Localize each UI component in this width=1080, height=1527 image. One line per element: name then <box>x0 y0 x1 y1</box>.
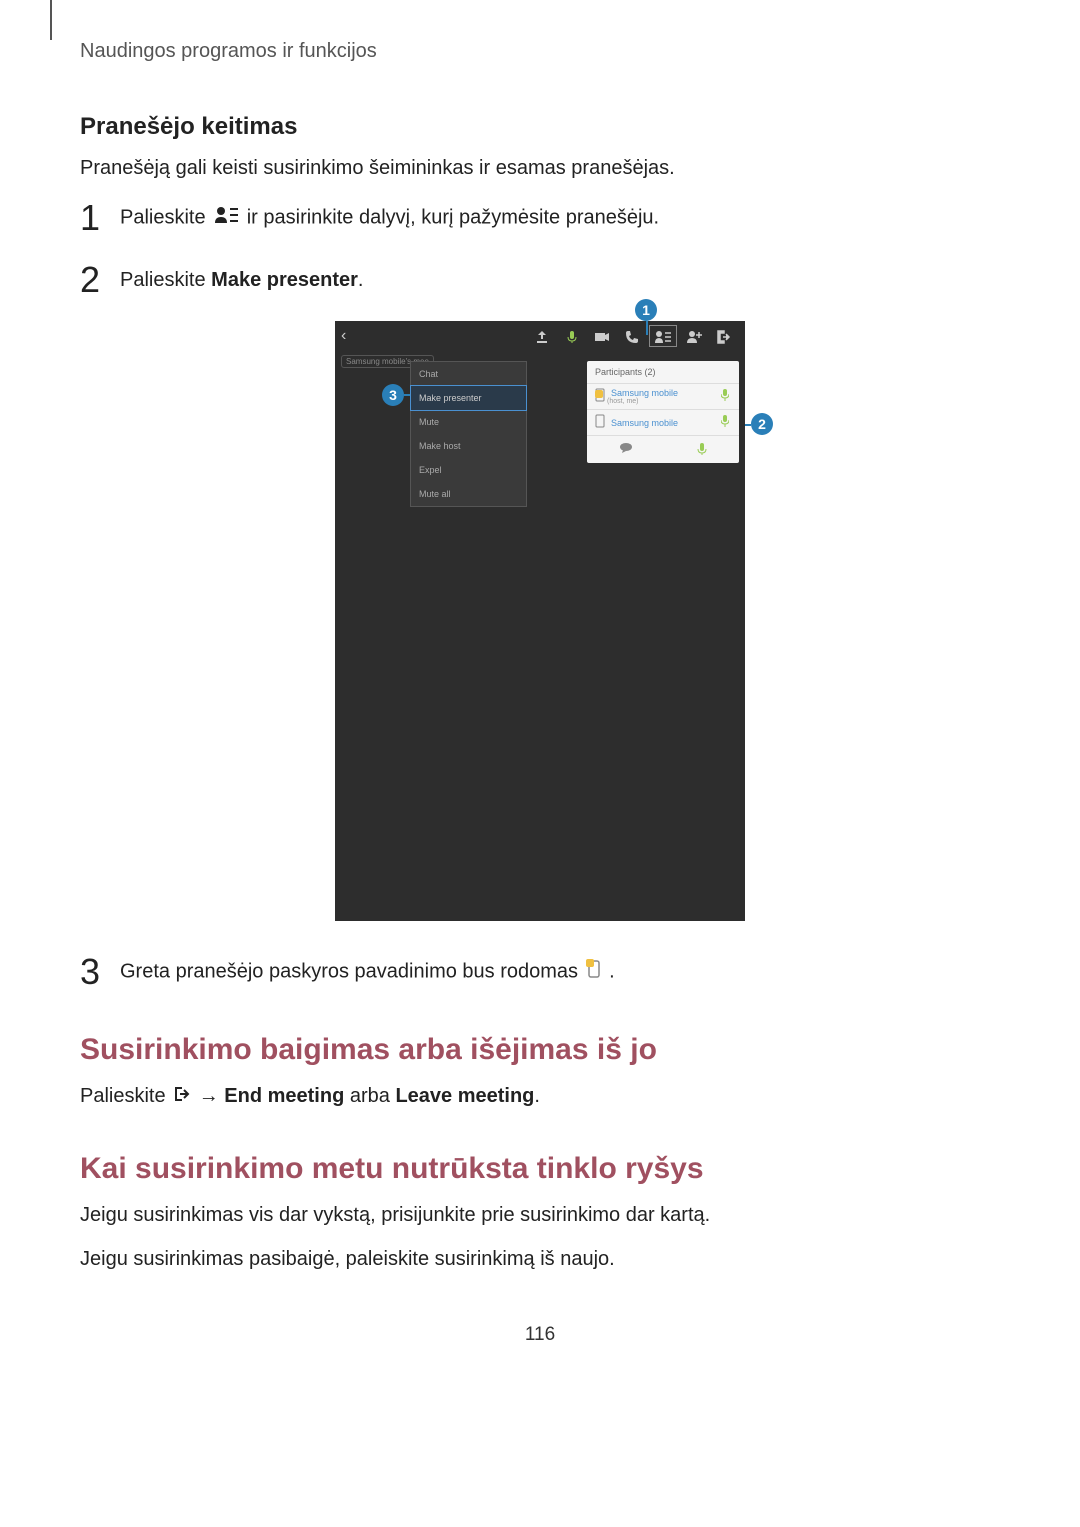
menu-item-make-presenter[interactable]: Make presenter <box>410 385 527 411</box>
section-heading: Kai susirinkimo metu nutrūksta tinklo ry… <box>80 1152 1000 1186</box>
mic-icon[interactable] <box>697 442 707 459</box>
menu-item-expel[interactable]: Expel <box>411 458 526 482</box>
callout-line <box>646 321 648 335</box>
step-1: 1 Palieskite ir pasirinkite dalyvį, kurį… <box>80 197 1000 239</box>
presenter-device-icon <box>593 388 607 405</box>
participant-role: (host, me) <box>607 398 721 405</box>
step-number: 1 <box>80 197 120 239</box>
callout-badge-1: 1 <box>635 299 657 321</box>
presenter-device-icon <box>586 959 602 985</box>
step-number: 3 <box>80 951 120 993</box>
exit-icon <box>173 1082 191 1112</box>
participants-panel: Participants (2) Samsung mobile (host, m… <box>587 361 739 463</box>
participant-row[interactable]: Samsung mobile (host, me) <box>587 383 739 409</box>
app-screenshot: 1 2 3 ‹ <box>80 321 1000 921</box>
body-paragraph: Palieskite → End meeting arba Leave meet… <box>80 1081 1000 1112</box>
step-text: Greta pranešėjo paskyros pavadinimo bus … <box>120 959 615 985</box>
step-text: Palieskite Make presenter. <box>120 269 363 292</box>
step-3: 3 Greta pranešėjo paskyros pavadinimo bu… <box>80 951 1000 993</box>
video-icon[interactable] <box>587 329 617 344</box>
mic-icon <box>721 415 733 430</box>
callout-badge-2: 2 <box>751 413 773 435</box>
app-toolbar: ‹ <box>335 321 745 351</box>
callout-line <box>745 424 751 426</box>
step-text: Palieskite ir pasirinkite dalyvį, kurį p… <box>120 205 659 231</box>
participants-icon[interactable] <box>649 325 677 347</box>
body-paragraph: Jeigu susirinkimas pasibaigė, paleiskite… <box>80 1244 1000 1274</box>
context-menu: Chat Make presenter Mute Make host Expel… <box>410 361 527 507</box>
exit-icon[interactable] <box>709 328 739 344</box>
phone-icon[interactable] <box>617 328 647 344</box>
presenter-badge-icon <box>595 390 603 398</box>
participant-name: Samsung mobile <box>607 388 721 398</box>
page-header: Naudingos programos ir funkcijos <box>80 40 1000 63</box>
page-number: 116 <box>80 1324 1000 1346</box>
body-paragraph: Jeigu susirinkimas vis dar vykstą, prisi… <box>80 1200 1000 1230</box>
participant-row[interactable]: Samsung mobile <box>587 409 739 435</box>
intro-paragraph: Pranešėją gali keisti susirinkimo šeimin… <box>80 153 1000 183</box>
participant-name: Samsung mobile <box>607 418 721 428</box>
mic-icon <box>721 389 733 404</box>
panel-bottom-bar <box>587 435 739 463</box>
chat-icon[interactable] <box>619 442 633 459</box>
step-number: 2 <box>80 259 120 301</box>
document-page: Naudingos programos ir funkcijos Pranešė… <box>0 0 1080 1406</box>
app-window: 1 2 3 ‹ <box>335 321 745 921</box>
share-icon[interactable] <box>527 328 557 344</box>
menu-item-make-host[interactable]: Make host <box>411 434 526 458</box>
participants-icon <box>213 205 239 231</box>
menu-item-mute[interactable]: Mute <box>411 410 526 434</box>
callout-badge-3: 3 <box>382 384 404 406</box>
page-margin-marker <box>50 0 52 40</box>
back-icon[interactable]: ‹ <box>341 327 346 345</box>
menu-item-mute-all[interactable]: Mute all <box>411 482 526 506</box>
device-icon <box>593 414 607 431</box>
subsection-heading: Pranešėjo keitimas <box>80 113 1000 141</box>
mic-icon[interactable] <box>557 328 587 344</box>
section-heading: Susirinkimo baigimas arba išėjimas iš jo <box>80 1033 1000 1067</box>
step-2: 2 Palieskite Make presenter. <box>80 259 1000 301</box>
panel-title: Participants (2) <box>587 361 739 383</box>
menu-item-chat[interactable]: Chat <box>411 362 526 386</box>
add-person-icon[interactable] <box>679 328 709 344</box>
